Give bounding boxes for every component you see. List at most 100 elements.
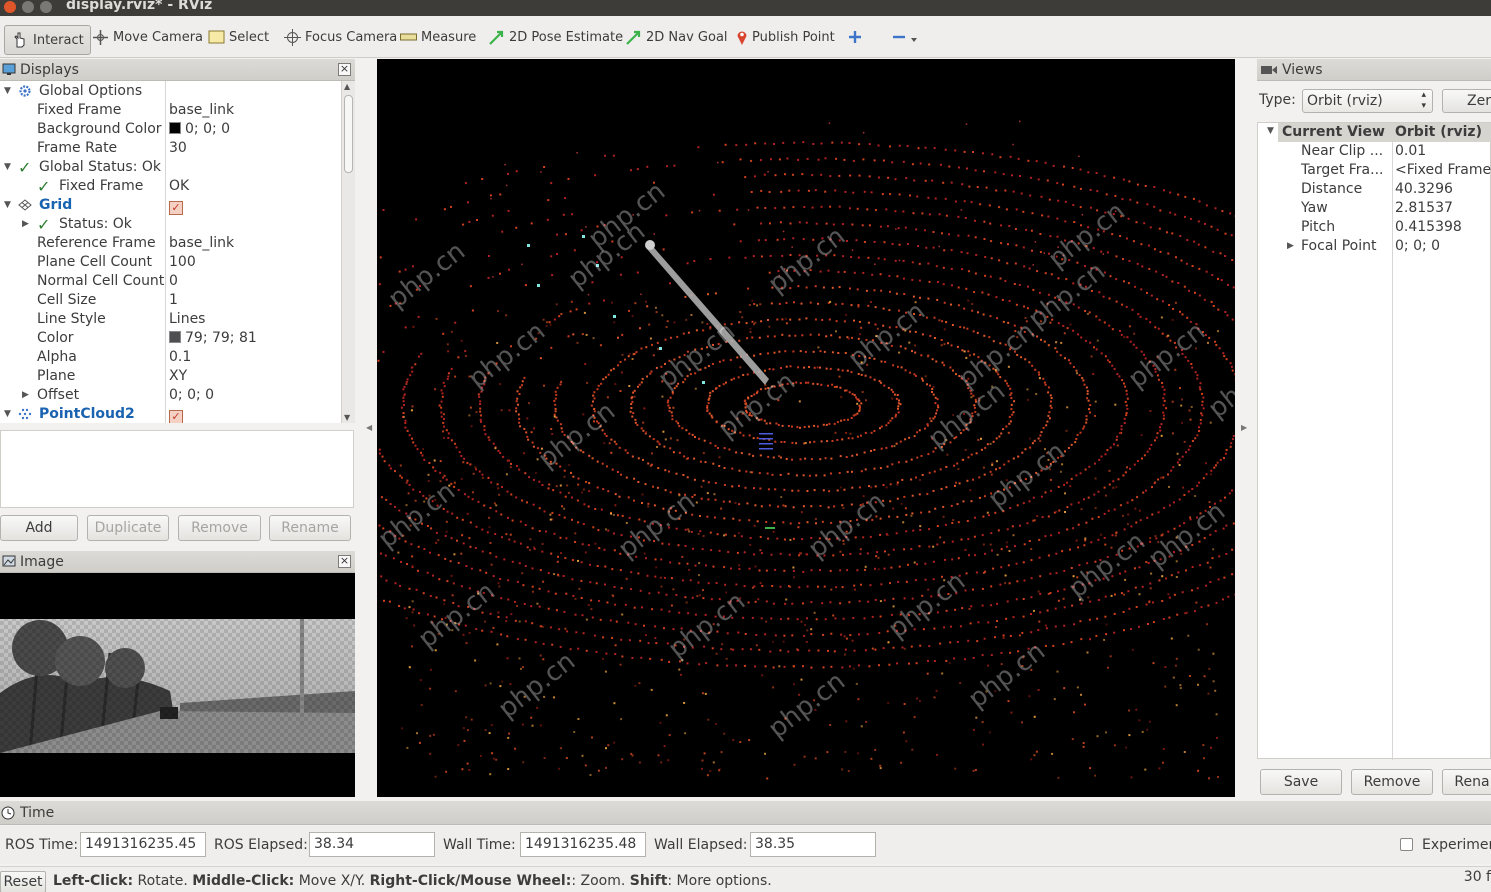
render-3d-view[interactable]: php.cn php.cn php.cn php.cn php.cn php.cn php.… — [377, 59, 1235, 797]
tree-row-line-style[interactable]: Line Style Lines — [0, 310, 341, 329]
right-splitter-icon[interactable]: ▶ — [1241, 423, 1247, 432]
views-row-yaw[interactable]: Yaw 2.81537 — [1258, 199, 1491, 218]
watermark-text: php.cn — [413, 576, 501, 654]
view-type-select[interactable]: Orbit (rviz) ▴ ▾ — [1302, 89, 1433, 113]
rename-display-button[interactable]: Rename — [269, 515, 351, 541]
close-icon[interactable]: × — [338, 63, 351, 76]
property-value[interactable]: <Fixed Frame> — [1395, 161, 1491, 180]
property-value[interactable]: 0; 0; 0 — [1395, 237, 1440, 256]
watermark-text: php.cn — [1203, 346, 1235, 424]
tree-row-normal-cell-count[interactable]: Normal Cell Count 0 — [0, 272, 341, 291]
expand-arrow-icon[interactable]: ▼ — [1267, 126, 1274, 136]
scrollbar-thumb[interactable] — [344, 95, 353, 173]
wall-time-field[interactable]: 1491316235.48 — [520, 832, 646, 857]
select-tool-button[interactable]: Select — [208, 24, 269, 50]
publish-point-tool-button[interactable]: Publish Point — [736, 24, 835, 50]
tree-row-plane-cell-count[interactable]: Plane Cell Count 100 — [0, 253, 341, 272]
tree-row-grid-status[interactable]: ▶ ✓ Status: Ok — [0, 215, 341, 234]
duplicate-display-button[interactable]: Duplicate — [87, 515, 169, 541]
tree-row-frame-rate[interactable]: Frame Rate 30 — [0, 139, 341, 158]
property-value[interactable]: 0.415398 — [1395, 218, 1462, 237]
property-value[interactable]: base_link — [169, 234, 234, 253]
minimize-window-button[interactable] — [22, 1, 34, 13]
tree-row-pointcloud2[interactable]: ▼ PointCloud2 ✓ — [0, 405, 341, 423]
expand-arrow-icon[interactable]: ▼ — [4, 158, 11, 177]
expand-arrow-icon[interactable]: ▼ — [4, 196, 11, 215]
move-camera-tool-button[interactable]: Move Camera — [92, 24, 203, 50]
zero-view-button[interactable]: Zer — [1442, 89, 1491, 113]
tree-row-status-fixed-frame[interactable]: ✓ Fixed Frame OK — [0, 177, 341, 196]
pointcloud-icon — [18, 408, 32, 420]
reset-button[interactable]: Reset — [0, 871, 46, 892]
tree-row-global-status[interactable]: ▼ ✓ Global Status: Ok — [0, 158, 341, 177]
wall-elapsed-field[interactable]: 38.35 — [750, 832, 876, 857]
remove-view-button[interactable]: Remove — [1351, 769, 1433, 795]
tree-row-plane[interactable]: Plane XY — [0, 367, 341, 386]
tree-row-offset[interactable]: ▶ Offset 0; 0; 0 — [0, 386, 341, 405]
tree-row-reference-frame[interactable]: Reference Frame base_link — [0, 234, 341, 253]
move-camera-icon — [93, 29, 108, 45]
property-value[interactable]: 79; 79; 81 — [169, 329, 257, 348]
interact-tool-button[interactable]: Interact — [4, 25, 91, 55]
tree-row-cell-size[interactable]: Cell Size 1 — [0, 291, 341, 310]
experimental-checkbox[interactable] — [1400, 838, 1413, 851]
property-value[interactable]: 40.3296 — [1395, 180, 1453, 199]
rename-view-button[interactable]: Rena — [1442, 769, 1491, 795]
close-icon[interactable]: × — [338, 555, 351, 568]
views-row-near-clip[interactable]: Near Clip ... 0.01 — [1258, 142, 1491, 161]
remove-tool-button[interactable] — [892, 24, 922, 50]
property-value[interactable]: Lines — [169, 310, 205, 329]
tree-row-alpha[interactable]: Alpha 0.1 — [0, 348, 341, 367]
camera-image-view — [0, 573, 355, 797]
close-window-button[interactable] — [4, 1, 16, 13]
property-value[interactable]: 0; 0; 0 — [169, 120, 230, 139]
tree-row-fixed-frame[interactable]: Fixed Frame base_link — [0, 101, 341, 120]
expand-arrow-icon[interactable]: ▶ — [22, 386, 29, 405]
maximize-window-button[interactable] — [40, 1, 52, 13]
save-view-button[interactable]: Save — [1260, 769, 1342, 795]
views-row-pitch[interactable]: Pitch 0.415398 — [1258, 218, 1491, 237]
expand-arrow-icon[interactable]: ▼ — [4, 82, 11, 101]
property-value[interactable]: 100 — [169, 253, 196, 272]
add-display-button[interactable]: Add — [0, 515, 78, 541]
property-value[interactable]: 2.81537 — [1395, 199, 1453, 218]
expand-arrow-icon[interactable]: ▶ — [1287, 237, 1294, 256]
tree-row-global-options[interactable]: ▼ Global Options — [0, 82, 341, 101]
focus-camera-tool-button[interactable]: Focus Camera — [284, 24, 397, 50]
property-value[interactable]: 0; 0; 0 — [169, 386, 214, 405]
pose-estimate-tool-button[interactable]: 2D Pose Estimate — [488, 24, 623, 50]
views-row-focal-point[interactable]: ▶ Focal Point 0; 0; 0 — [1258, 237, 1491, 256]
property-value[interactable]: XY — [169, 367, 187, 386]
select-icon — [208, 30, 225, 44]
tree-row-background-color[interactable]: Background Color 0; 0; 0 — [0, 120, 341, 139]
property-value[interactable]: 0.01 — [1395, 142, 1426, 161]
views-row-distance[interactable]: Distance 40.3296 — [1258, 180, 1491, 199]
property-value[interactable]: 0 — [169, 272, 178, 291]
pointcloud-enabled-checkbox[interactable]: ✓ — [169, 405, 183, 423]
add-tool-button[interactable] — [848, 24, 866, 50]
property-name: Fixed Frame — [59, 178, 144, 194]
property-value[interactable]: 30 — [169, 139, 187, 158]
views-row-target-frame[interactable]: Target Fra... <Fixed Frame> — [1258, 161, 1491, 180]
displays-scrollbar[interactable]: ▲ ▼ — [341, 81, 355, 423]
property-name: Line Style — [37, 311, 106, 327]
tool-help-text: Left-Click: Rotate. Middle-Click: Move X… — [53, 873, 772, 889]
views-panel-header: Views — [1257, 59, 1491, 81]
tree-row-grid[interactable]: ▼ Grid ✓ — [0, 196, 341, 215]
scroll-down-icon[interactable]: ▼ — [344, 413, 350, 422]
scroll-up-icon[interactable]: ▲ — [344, 82, 350, 91]
ros-elapsed-field[interactable]: 38.34 — [309, 832, 435, 857]
ros-time-field[interactable]: 1491316235.45 — [80, 832, 206, 857]
left-splitter-icon[interactable]: ◀ — [366, 423, 372, 432]
property-value[interactable]: 0.1 — [169, 348, 191, 367]
property-value[interactable]: 1 — [169, 291, 178, 310]
tree-row-color[interactable]: Color 79; 79; 81 — [0, 329, 341, 348]
nav-goal-tool-button[interactable]: 2D Nav Goal — [625, 24, 728, 50]
property-value[interactable]: base_link — [169, 101, 234, 120]
remove-display-button[interactable]: Remove — [178, 515, 261, 541]
grid-enabled-checkbox[interactable]: ✓ — [169, 196, 183, 215]
expand-arrow-icon[interactable]: ▶ — [22, 215, 29, 234]
expand-arrow-icon[interactable]: ▼ — [4, 405, 11, 423]
measure-tool-button[interactable]: Measure — [400, 24, 476, 50]
current-view-row[interactable]: Current View Orbit (rviz) — [1278, 123, 1491, 142]
